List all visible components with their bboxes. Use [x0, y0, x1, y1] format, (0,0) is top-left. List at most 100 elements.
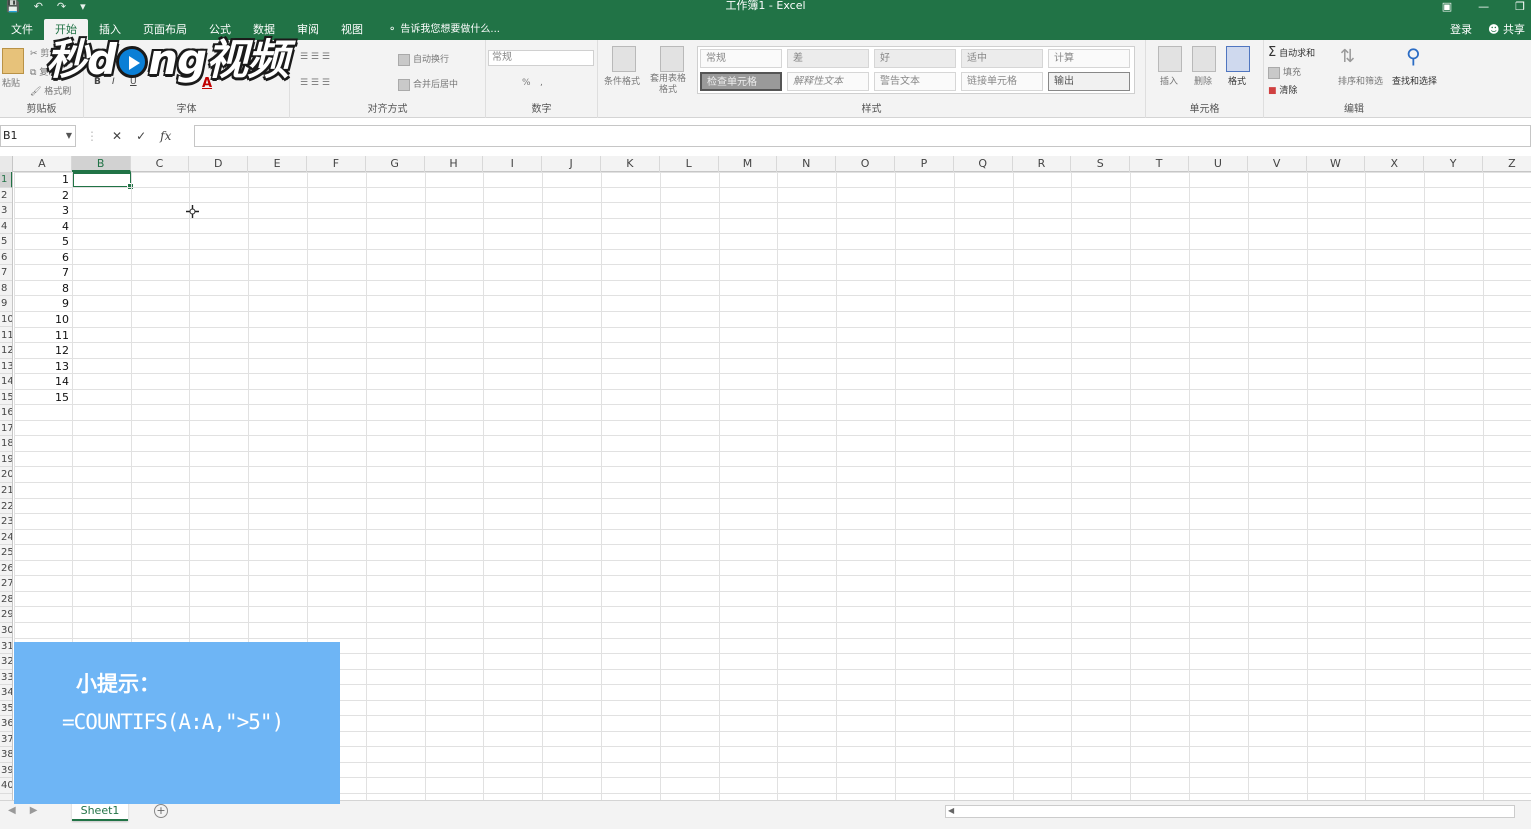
- prev-sheet-icon[interactable]: ◀: [8, 805, 16, 816]
- column-header-c[interactable]: C: [131, 156, 190, 172]
- tab-file[interactable]: 文件: [0, 19, 44, 40]
- cell-a5[interactable]: 5: [14, 234, 71, 249]
- insert-function-button[interactable]: fx: [160, 129, 171, 143]
- format-cells-icon[interactable]: [1226, 46, 1250, 72]
- style-calculation[interactable]: 计算: [1048, 49, 1130, 68]
- cell-a4[interactable]: 4: [14, 219, 71, 234]
- style-check-cell[interactable]: 检查单元格: [700, 72, 782, 91]
- cell-a13[interactable]: 13: [14, 359, 71, 374]
- cancel-formula-button[interactable]: ✕: [112, 129, 122, 143]
- cell-a15[interactable]: 15: [14, 390, 71, 405]
- cell-a2[interactable]: 2: [14, 188, 71, 203]
- column-header-r[interactable]: R: [1013, 156, 1072, 172]
- row-header-8[interactable]: 8: [0, 281, 12, 297]
- column-header-f[interactable]: F: [307, 156, 366, 172]
- style-output[interactable]: 输出: [1048, 72, 1130, 91]
- style-explanatory[interactable]: 解释性文本: [787, 72, 869, 91]
- format-as-table-icon[interactable]: [660, 46, 684, 72]
- row-header-3[interactable]: 3: [0, 203, 12, 219]
- column-header-g[interactable]: G: [366, 156, 425, 172]
- column-header-y[interactable]: Y: [1424, 156, 1483, 172]
- sheet-tab-sheet1[interactable]: Sheet1: [72, 801, 128, 821]
- row-header-11[interactable]: 11: [0, 328, 12, 343]
- row-header-38[interactable]: 38: [0, 747, 12, 763]
- cell-a6[interactable]: 6: [14, 250, 71, 265]
- column-header-d[interactable]: D: [189, 156, 249, 172]
- column-header-i[interactable]: I: [483, 156, 543, 172]
- row-header-24[interactable]: 24: [0, 530, 12, 546]
- cell-a9[interactable]: 9: [14, 296, 71, 311]
- chevron-down-icon[interactable]: ▼: [66, 126, 72, 146]
- cell-a12[interactable]: 12: [14, 343, 71, 358]
- fill-button[interactable]: 填充: [1268, 65, 1301, 79]
- row-header-32[interactable]: 32: [0, 654, 12, 670]
- find-select-label[interactable]: 查找和选择: [1392, 74, 1437, 87]
- next-sheet-icon[interactable]: ▶: [30, 805, 38, 816]
- column-header-a[interactable]: A: [13, 156, 72, 172]
- comma-button[interactable]: ,: [540, 78, 543, 88]
- row-header-12[interactable]: 12: [0, 343, 12, 359]
- row-header-36[interactable]: 36: [0, 716, 12, 732]
- paste-icon[interactable]: [2, 48, 24, 74]
- row-header-35[interactable]: 35: [0, 701, 12, 717]
- column-header-o[interactable]: O: [836, 156, 895, 172]
- row-header-19[interactable]: 19: [0, 452, 12, 468]
- autosum-button[interactable]: Σ 自动求和: [1268, 45, 1315, 60]
- format-cells-label[interactable]: 格式: [1228, 74, 1246, 87]
- cell-a3[interactable]: 3: [14, 203, 71, 218]
- column-header-k[interactable]: K: [601, 156, 660, 172]
- row-header-37[interactable]: 37: [0, 732, 12, 748]
- row-header-10[interactable]: 10: [0, 312, 12, 328]
- row-header-33[interactable]: 33: [0, 670, 12, 686]
- column-header-x[interactable]: X: [1365, 156, 1425, 172]
- column-header-v[interactable]: V: [1248, 156, 1307, 172]
- row-header-26[interactable]: 26: [0, 561, 12, 577]
- restore-icon[interactable]: ❐: [1515, 0, 1525, 13]
- insert-cells-label[interactable]: 插入: [1160, 74, 1178, 87]
- row-header-17[interactable]: 17: [0, 421, 12, 437]
- align-top-icon[interactable]: ☰ ☰ ☰: [300, 52, 330, 62]
- conditional-format-label[interactable]: 条件格式: [604, 74, 640, 87]
- row-header-15[interactable]: 15: [0, 390, 12, 406]
- row-header-23[interactable]: 23: [0, 514, 12, 530]
- row-header-1[interactable]: 1: [0, 172, 12, 188]
- row-header-13[interactable]: 13: [0, 359, 12, 375]
- style-good[interactable]: 好: [874, 49, 956, 68]
- row-header-22[interactable]: 22: [0, 499, 12, 515]
- row-header-6[interactable]: 6: [0, 250, 12, 266]
- find-select-icon[interactable]: ⚲: [1406, 44, 1421, 68]
- column-header-l[interactable]: L: [660, 156, 719, 172]
- sort-filter-label[interactable]: 排序和筛选: [1338, 74, 1383, 87]
- row-header-7[interactable]: 7: [0, 265, 12, 281]
- row-header-4[interactable]: 4: [0, 219, 12, 235]
- cell-a10[interactable]: 10: [14, 312, 71, 327]
- enter-formula-button[interactable]: ✓: [136, 129, 146, 143]
- column-header-q[interactable]: Q: [954, 156, 1013, 172]
- style-warning[interactable]: 警告文本: [874, 72, 956, 91]
- column-header-t[interactable]: T: [1130, 156, 1189, 172]
- row-header-34[interactable]: 34: [0, 685, 12, 701]
- wrap-text-button[interactable]: 自动换行: [398, 52, 449, 66]
- column-header-w[interactable]: W: [1307, 156, 1366, 172]
- percent-button[interactable]: %: [522, 78, 531, 88]
- scroll-thumb[interactable]: [958, 807, 1506, 816]
- row-header-2[interactable]: 2: [0, 188, 12, 204]
- row-header-39[interactable]: 39: [0, 763, 12, 779]
- column-header-h[interactable]: H: [425, 156, 484, 172]
- align-left-icon[interactable]: ☰ ☰ ☰: [300, 78, 330, 88]
- share-button[interactable]: ☻ 共享: [1488, 21, 1525, 37]
- signin-link[interactable]: 登录: [1450, 21, 1472, 37]
- column-header-j[interactable]: J: [542, 156, 601, 172]
- style-normal[interactable]: 常规: [700, 49, 782, 68]
- delete-cells-label[interactable]: 删除: [1194, 74, 1212, 87]
- column-header-m[interactable]: M: [719, 156, 778, 172]
- row-header-21[interactable]: 21: [0, 483, 12, 499]
- style-bad[interactable]: 差: [787, 49, 869, 68]
- format-as-table-label[interactable]: 套用表格格式: [648, 74, 688, 96]
- column-header-b[interactable]: B: [71, 156, 131, 172]
- number-format-select[interactable]: 常规: [488, 50, 594, 66]
- row-header-16[interactable]: 16: [0, 405, 12, 421]
- horizontal-scrollbar[interactable]: ◀: [945, 805, 1515, 818]
- formula-input[interactable]: [194, 125, 1531, 147]
- row-header-27[interactable]: 27: [0, 576, 12, 592]
